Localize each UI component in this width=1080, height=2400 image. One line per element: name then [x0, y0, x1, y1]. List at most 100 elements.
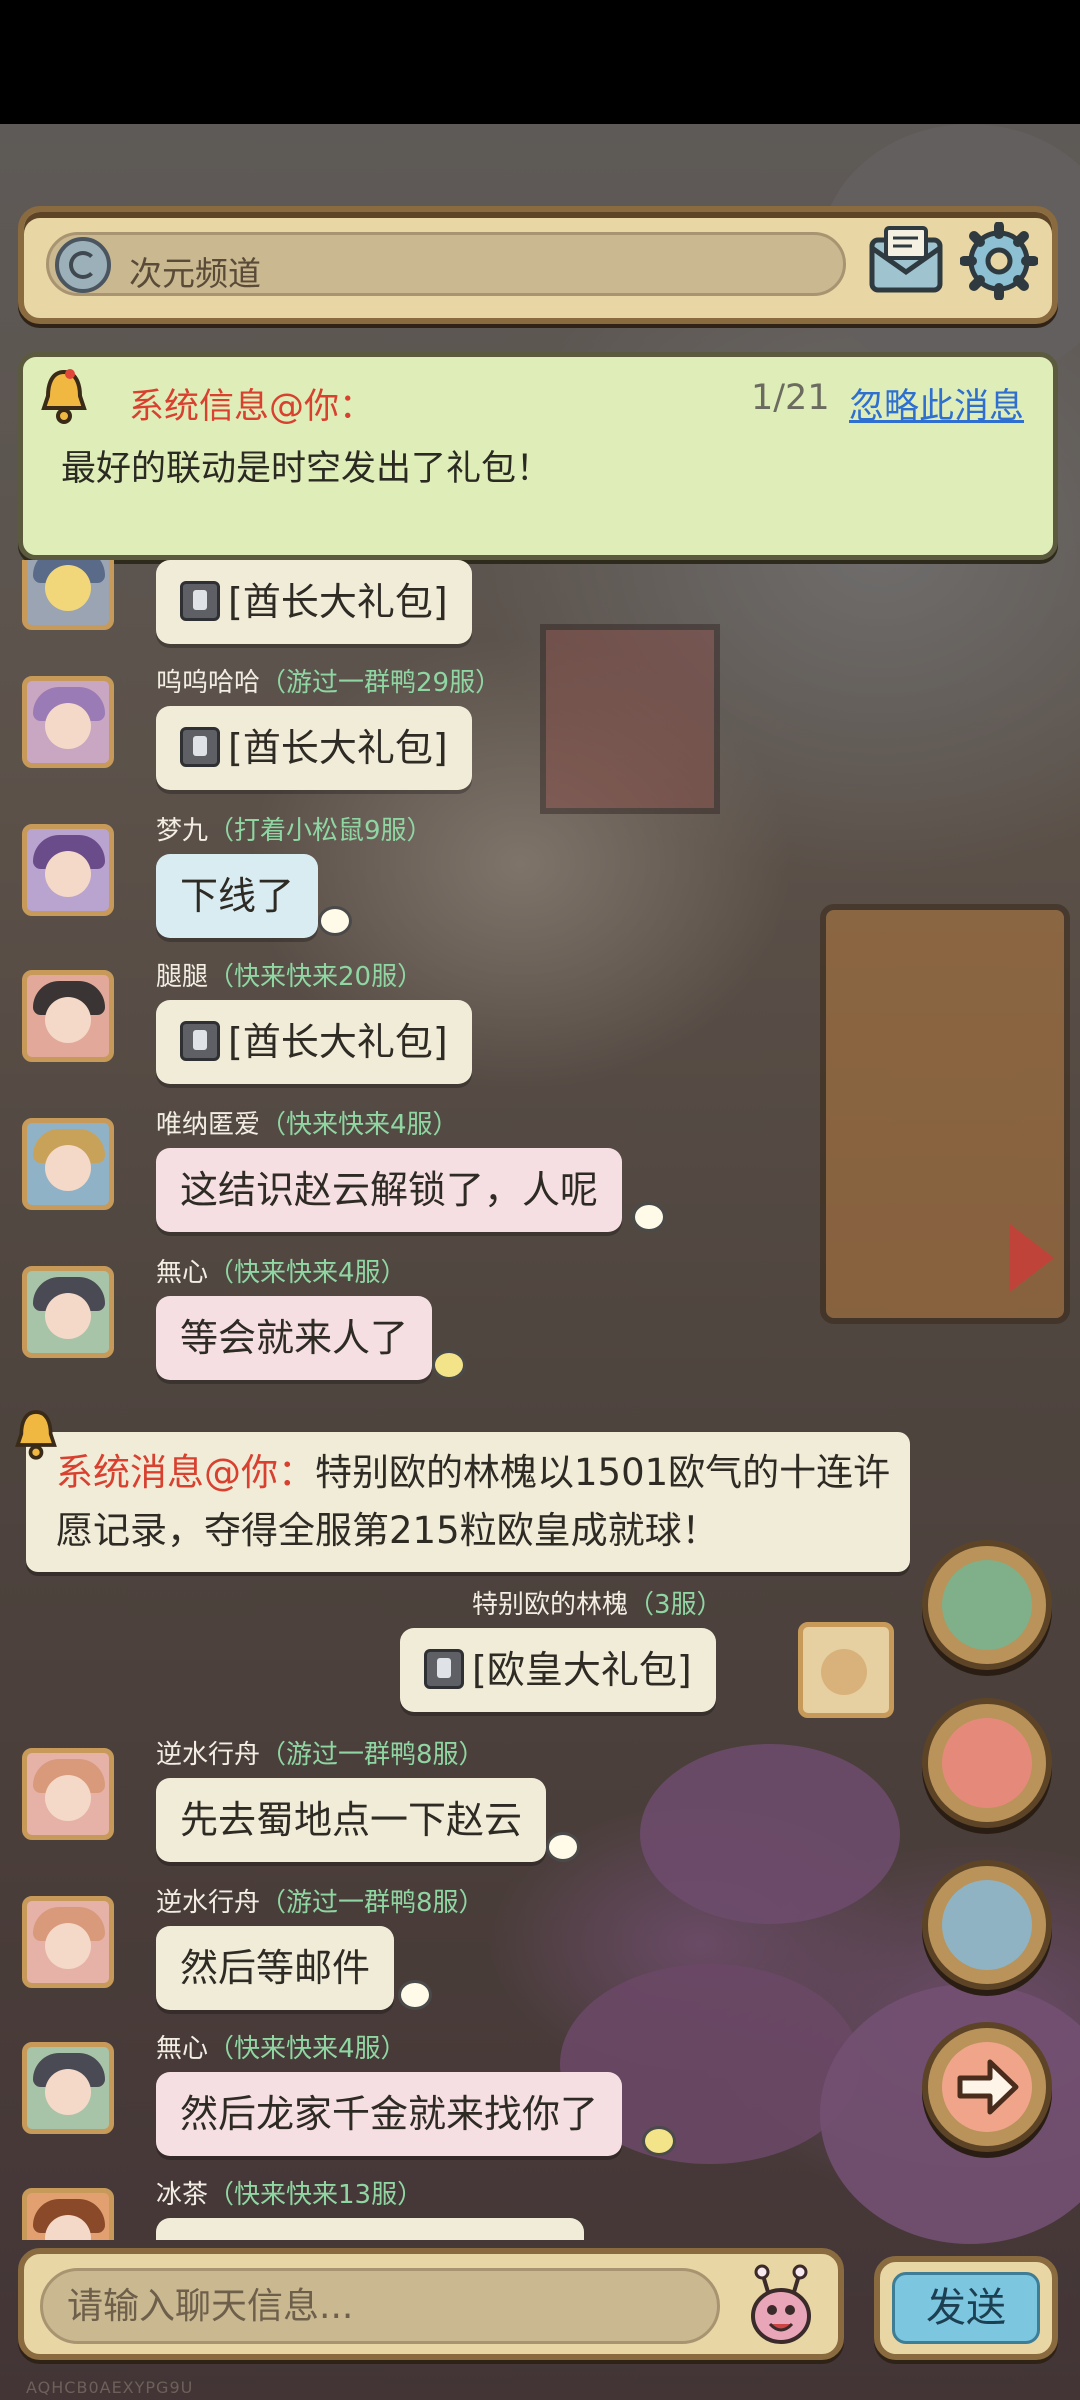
- message-bubble[interactable]: [156, 2218, 584, 2240]
- message-bubble[interactable]: [酋长大礼包]: [156, 560, 472, 644]
- sender-name: 梦九（打着小松鼠9服）: [156, 810, 433, 847]
- sender-nickname: 逆水行舟: [156, 1740, 261, 1770]
- speech-bubble-icon: [632, 1202, 666, 1232]
- avatar[interactable]: [22, 2042, 114, 2134]
- avatar[interactable]: [22, 1896, 114, 1988]
- message-text: 这结识赵云解锁了，人呢: [180, 1168, 599, 1212]
- message-bubble[interactable]: [欧皇大礼包]: [400, 1628, 716, 1712]
- gift-icon: [180, 580, 220, 621]
- arrow-right-icon: [942, 2042, 1032, 2132]
- chat-message-list[interactable]: [酋长大礼包] 呜呜哈哈（游过一群鸭29服） [酋长大礼包] 梦九（打着小松鼠9…: [0, 560, 1080, 2240]
- sender-server: （快来快来13服）: [208, 2180, 424, 2210]
- avatar[interactable]: [22, 2188, 114, 2240]
- emoji-button[interactable]: [740, 2264, 822, 2348]
- gift-icon: [180, 1020, 220, 1061]
- bell-icon: [41, 369, 87, 424]
- channel-name: 次元频道: [129, 254, 261, 293]
- message-bubble[interactable]: 下线了: [156, 854, 319, 938]
- portal-icon: [942, 1880, 1032, 1970]
- avatar[interactable]: [22, 1748, 114, 1840]
- sender-name: 無心（快来快来4服）: [156, 2028, 407, 2065]
- sender-nickname: 無心: [156, 2034, 209, 2064]
- sender-nickname: 特别欧的林槐: [472, 1590, 629, 1620]
- sender-server: （打着小松鼠9服）: [208, 816, 433, 846]
- backpack-icon: [942, 1560, 1032, 1650]
- avatar[interactable]: [22, 824, 114, 916]
- message-bubble[interactable]: [酋长大礼包]: [156, 1000, 472, 1084]
- settings-button[interactable]: [959, 221, 1039, 301]
- message-text: 然后龙家千金就来找你了: [180, 2092, 599, 2136]
- mail-button[interactable]: [866, 224, 946, 296]
- sender-server: （快来快来4服）: [260, 1110, 459, 1140]
- sender-nickname: 腿腿: [156, 962, 209, 992]
- message-text: [酋长大礼包]: [228, 726, 448, 770]
- avatar[interactable]: [22, 970, 114, 1062]
- speech-bubble-icon: [398, 1980, 432, 2010]
- sender-name: 唯纳匿爱（快来快来4服）: [156, 1104, 459, 1141]
- mail-action-button[interactable]: [922, 1698, 1052, 1828]
- message-text: [酋长大礼包]: [228, 580, 448, 624]
- speech-bubble-icon: [642, 2126, 676, 2156]
- speech-bubble-icon: [432, 1350, 466, 1380]
- avatar[interactable]: [22, 560, 114, 630]
- sender-server: （快来快来4服）: [208, 2034, 407, 2064]
- sender-server: （快来快来20服）: [208, 962, 424, 992]
- message-text: [酋长大礼包]: [228, 1020, 448, 1064]
- send-button[interactable]: 发送: [874, 2256, 1058, 2360]
- chat-input[interactable]: [40, 2268, 720, 2344]
- system-message-prefix: 系统消息@你：: [56, 1451, 315, 1494]
- gift-icon: [424, 1648, 464, 1689]
- message-text: [欧皇大礼包]: [472, 1648, 692, 1692]
- channel-selector[interactable]: 次元频道: [46, 232, 846, 296]
- system-notice-banner: 系统信息@你： 1/21 忽略此消息 最好的联动是时空发出了礼包！: [18, 352, 1058, 560]
- message-bubble[interactable]: 这结识赵云解锁了，人呢: [156, 1148, 623, 1232]
- watermark-text: AQHCB0AEXYPG9U: [26, 2378, 194, 2397]
- gear-icon: [959, 221, 1039, 301]
- message-bubble[interactable]: 等会就来人了: [156, 1296, 433, 1380]
- sender-name: 腿腿（快来快来20服）: [156, 956, 423, 993]
- mail-icon: [869, 226, 943, 293]
- system-message-card: 系统消息@你：特别欧的林槐以1501欧气的十连许愿记录，夺得全服第215粒欧皇成…: [26, 1432, 910, 1572]
- sender-name: 逆水行舟（游过一群鸭8服）: [156, 1734, 485, 1771]
- sender-server: （3服）: [628, 1590, 723, 1620]
- system-notice-text: 最好的联动是时空发出了礼包！: [61, 449, 552, 489]
- backpack-button[interactable]: [922, 1540, 1052, 1670]
- sender-server: （游过一群鸭29服）: [260, 668, 502, 698]
- message-text: 然后等邮件: [180, 1946, 371, 1990]
- notice-counter: 1/21: [751, 378, 830, 418]
- sender-nickname: 逆水行舟: [156, 1888, 261, 1918]
- sender-nickname: 冰茶: [156, 2180, 209, 2210]
- next-button[interactable]: [922, 2022, 1052, 2152]
- sender-name: 無心（快来快来4服）: [156, 1252, 407, 1289]
- message-bubble[interactable]: 然后等邮件: [156, 1926, 395, 2010]
- avatar[interactable]: [22, 1266, 114, 1358]
- message-text: 先去蜀地点一下赵云: [180, 1798, 523, 1842]
- sender-name: 特别欧的林槐（3服）: [472, 1584, 723, 1621]
- avatar[interactable]: [22, 676, 114, 768]
- portal-icon: [55, 237, 111, 293]
- sender-server: （快来快来4服）: [208, 1258, 407, 1288]
- message-bubble[interactable]: 然后龙家千金就来找你了: [156, 2072, 623, 2156]
- speech-bubble-icon: [318, 906, 352, 936]
- system-notice-title: 系统信息@你：: [129, 387, 375, 427]
- sender-name: 冰茶（快来快来13服）: [156, 2174, 423, 2211]
- chat-input-bar: [18, 2248, 844, 2360]
- message-text: 等会就来人了: [180, 1316, 409, 1360]
- send-button-label: 发送: [892, 2272, 1040, 2344]
- avatar[interactable]: [22, 1118, 114, 1210]
- sender-nickname: 無心: [156, 1258, 209, 1288]
- speech-bubble-icon: [546, 1832, 580, 1862]
- message-bubble[interactable]: [酋长大礼包]: [156, 706, 472, 790]
- bell-icon: [15, 1410, 57, 1460]
- sender-nickname: 呜呜哈哈: [156, 668, 261, 698]
- message-bubble[interactable]: 先去蜀地点一下赵云: [156, 1778, 547, 1862]
- sender-server: （游过一群鸭8服）: [260, 1888, 485, 1918]
- sender-server: （游过一群鸭8服）: [260, 1740, 485, 1770]
- bug-face-icon: [751, 2264, 811, 2344]
- avatar[interactable]: [798, 1622, 894, 1718]
- sender-nickname: 唯纳匿爱: [156, 1110, 261, 1140]
- mail-icon: [942, 1718, 1032, 1808]
- portal-button[interactable]: [922, 1860, 1052, 1990]
- ignore-message-link[interactable]: 忽略此消息: [849, 378, 1024, 429]
- status-bar: [0, 0, 1080, 124]
